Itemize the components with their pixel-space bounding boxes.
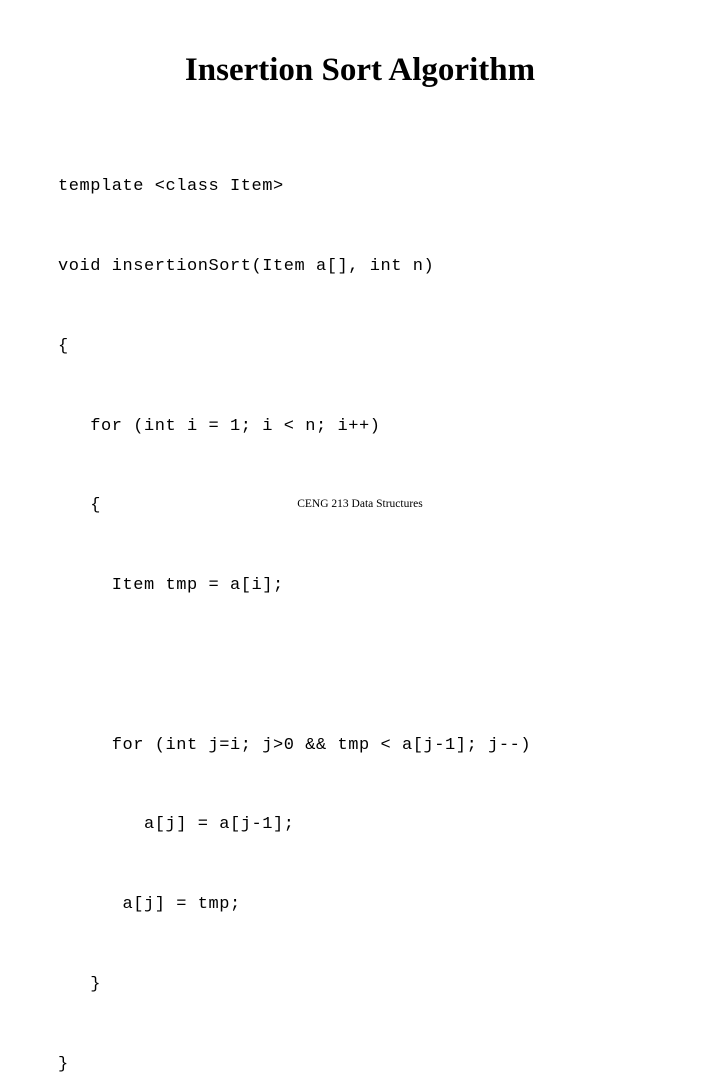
code-line: for (int j=i; j>0 && tmp < a[j-1]; j--) xyxy=(58,735,532,755)
code-line: a[j] = a[j-1]; xyxy=(58,815,295,835)
code-line: a[j] = tmp; xyxy=(58,895,241,915)
code-line: { xyxy=(58,336,69,356)
code-line: Item tmp = a[i]; xyxy=(58,576,284,596)
code-line: template <class Item> xyxy=(58,177,284,197)
slide-footer: CENG 213 Data Structures xyxy=(297,498,423,510)
slide: Insertion Sort Algorithm template <class… xyxy=(0,0,720,1074)
code-line: void insertionSort(Item a[], int n) xyxy=(58,256,435,276)
code-line: for (int i = 1; i < n; i++) xyxy=(58,416,381,436)
code-line: } xyxy=(58,1054,69,1074)
page-title: Insertion Sort Algorithm xyxy=(184,52,536,88)
code-line: } xyxy=(58,975,102,994)
code-block: template <class Item> void insertionSort… xyxy=(58,121,531,1080)
